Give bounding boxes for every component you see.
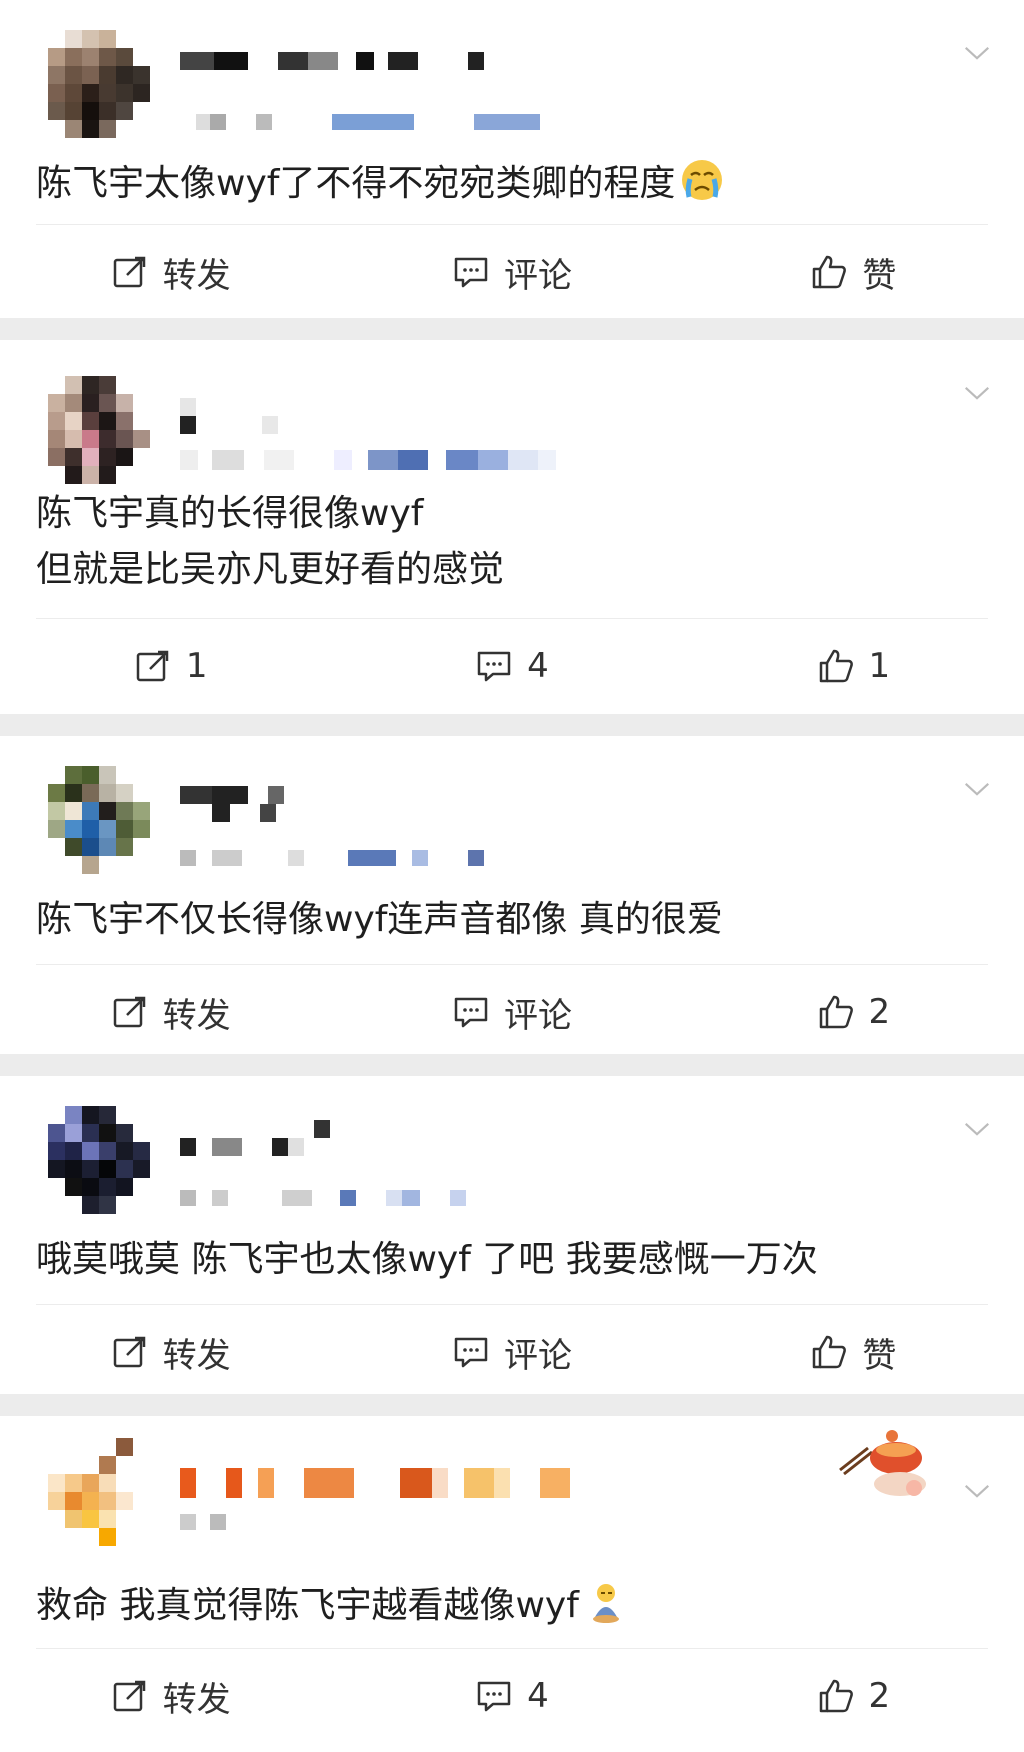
thumbs-up-icon xyxy=(813,1335,847,1369)
like-button[interactable]: 2 xyxy=(683,992,1024,1032)
avatar[interactable] xyxy=(48,1106,150,1214)
comment-label: 评论 xyxy=(503,1335,572,1376)
username-redacted-2 xyxy=(314,1120,330,1138)
repost-button[interactable]: 转发 xyxy=(0,1672,341,1721)
repost-button[interactable]: 1 xyxy=(0,646,341,686)
action-bar: 转发 评论 赞 xyxy=(0,1305,1024,1399)
username-redacted[interactable] xyxy=(180,1138,304,1156)
comment-button[interactable]: 评论 xyxy=(341,988,682,1037)
avatar[interactable] xyxy=(48,766,150,874)
username-redacted[interactable] xyxy=(180,398,196,434)
repost-button[interactable]: 转发 xyxy=(0,248,341,297)
share-box-icon xyxy=(113,1680,145,1712)
comment-feed: 陈飞宇太像wyf了不得不宛宛类卿的程度 转发 评论 赞 陈飞宇真的长得很像wyf… xyxy=(0,0,1024,1752)
like-button[interactable]: 赞 xyxy=(683,248,1024,297)
thumbs-up-icon xyxy=(819,1679,853,1713)
avatar[interactable] xyxy=(48,376,150,484)
chevron-down-icon[interactable] xyxy=(964,1116,990,1142)
post-meta-redacted xyxy=(180,450,556,470)
action-bar: 转发 4 2 xyxy=(0,1649,1024,1743)
post-meta-redacted xyxy=(180,1514,226,1530)
post-card: 陈飞宇真的长得很像wyf 但就是比吴亦凡更好看的感觉 1 4 1 xyxy=(0,340,1024,714)
like-button[interactable]: 赞 xyxy=(683,1328,1024,1377)
action-bar: 1 4 1 xyxy=(0,619,1024,713)
like-count: 2 xyxy=(868,992,891,1032)
comment-count: 4 xyxy=(527,1676,549,1716)
action-bar: 转发 评论 赞 xyxy=(0,225,1024,319)
post-line: 哦莫哦莫 陈飞宇也太像wyf 了吧 我要感慨一万次 xyxy=(36,1239,818,1280)
thumbs-up-icon xyxy=(819,649,853,683)
comment-bubble-icon xyxy=(477,1681,511,1712)
post-header xyxy=(0,1076,1024,1214)
username-redacted-extra xyxy=(262,416,278,434)
like-count: 2 xyxy=(868,1676,891,1716)
like-label: 赞 xyxy=(862,1335,897,1376)
action-bar: 转发 评论 2 xyxy=(0,965,1024,1059)
hotpot-sticker xyxy=(834,1426,934,1506)
comment-count: 4 xyxy=(527,646,549,686)
post-text: 陈飞宇真的长得很像wyf 但就是比吴亦凡更好看的感觉 xyxy=(0,486,1024,598)
post-card: 哦莫哦莫 陈飞宇也太像wyf 了吧 我要感慨一万次 转发 评论 赞 xyxy=(0,1076,1024,1394)
post-line: 陈飞宇真的长得很像wyf xyxy=(36,493,424,534)
avatar[interactable] xyxy=(48,1438,150,1546)
comment-button[interactable]: 4 xyxy=(341,1676,682,1716)
comment-bubble-icon xyxy=(454,997,488,1028)
post-text: 哦莫哦莫 陈飞宇也太像wyf 了吧 我要感慨一万次 xyxy=(0,1232,1024,1288)
thumbs-up-icon xyxy=(819,995,853,1029)
crying-face-emoji xyxy=(679,157,725,203)
repost-label: 转发 xyxy=(162,1679,231,1720)
post-meta-redacted xyxy=(196,114,540,130)
share-box-icon xyxy=(113,1336,145,1368)
post-text: 救命 我真觉得陈飞宇越看越像wyf xyxy=(0,1578,1024,1634)
avatar[interactable] xyxy=(48,30,150,138)
post-line: 陈飞宇不仅长得像wyf连声音都像 真的很爱 xyxy=(36,899,723,940)
post-header xyxy=(0,340,1024,484)
repost-label: 转发 xyxy=(162,1335,231,1376)
comment-button[interactable]: 4 xyxy=(341,646,682,686)
comment-bubble-icon xyxy=(454,1337,488,1368)
username-redacted[interactable] xyxy=(180,1468,570,1498)
comment-button[interactable]: 评论 xyxy=(341,248,682,297)
post-text: 陈飞宇不仅长得像wyf连声音都像 真的很爱 xyxy=(0,892,1024,948)
chevron-down-icon[interactable] xyxy=(964,380,990,406)
post-meta-redacted xyxy=(180,1190,466,1206)
share-box-icon xyxy=(113,256,145,288)
post-header xyxy=(0,1416,1024,1546)
repost-label: 转发 xyxy=(162,255,231,296)
like-label: 赞 xyxy=(862,255,897,296)
username-redacted-2 xyxy=(212,804,276,822)
share-box-icon xyxy=(113,996,145,1028)
post-text: 陈飞宇太像wyf了不得不宛宛类卿的程度 xyxy=(0,156,1024,212)
comment-label: 评论 xyxy=(503,255,572,296)
post-card: 陈飞宇不仅长得像wyf连声音都像 真的很爱 转发 评论 2 xyxy=(0,736,1024,1054)
chevron-down-icon[interactable] xyxy=(964,1478,990,1504)
post-meta-redacted-2 xyxy=(180,850,484,866)
sitting-figure-emoji xyxy=(583,1579,629,1625)
username-redacted[interactable] xyxy=(180,52,484,70)
post-line: 但就是比吴亦凡更好看的感觉 xyxy=(36,549,505,590)
post-line: 陈飞宇太像wyf了不得不宛宛类卿的程度 xyxy=(36,163,676,204)
share-box-icon xyxy=(136,650,169,682)
like-button[interactable]: 2 xyxy=(683,1676,1024,1716)
comment-bubble-icon xyxy=(477,651,511,682)
comment-button[interactable]: 评论 xyxy=(341,1328,682,1377)
comment-bubble-icon xyxy=(454,257,488,288)
post-card: 陈飞宇太像wyf了不得不宛宛类卿的程度 转发 评论 赞 xyxy=(0,0,1024,318)
comment-label: 评论 xyxy=(503,995,572,1036)
thumbs-up-icon xyxy=(813,255,847,289)
repost-label: 转发 xyxy=(162,995,231,1036)
chevron-down-icon[interactable] xyxy=(964,40,990,66)
post-line: 救命 我真觉得陈飞宇越看越像wyf xyxy=(36,1585,579,1626)
chevron-down-icon[interactable] xyxy=(964,776,990,802)
repost-button[interactable]: 转发 xyxy=(0,1328,341,1377)
post-header xyxy=(0,0,1024,138)
post-card: 救命 我真觉得陈飞宇越看越像wyf 转发 4 2 xyxy=(0,1416,1024,1752)
repost-count: 1 xyxy=(185,646,208,686)
post-header xyxy=(0,736,1024,874)
like-button[interactable]: 1 xyxy=(683,646,1024,686)
like-count: 1 xyxy=(868,646,891,686)
repost-button[interactable]: 转发 xyxy=(0,988,341,1037)
username-redacted[interactable] xyxy=(180,786,284,804)
